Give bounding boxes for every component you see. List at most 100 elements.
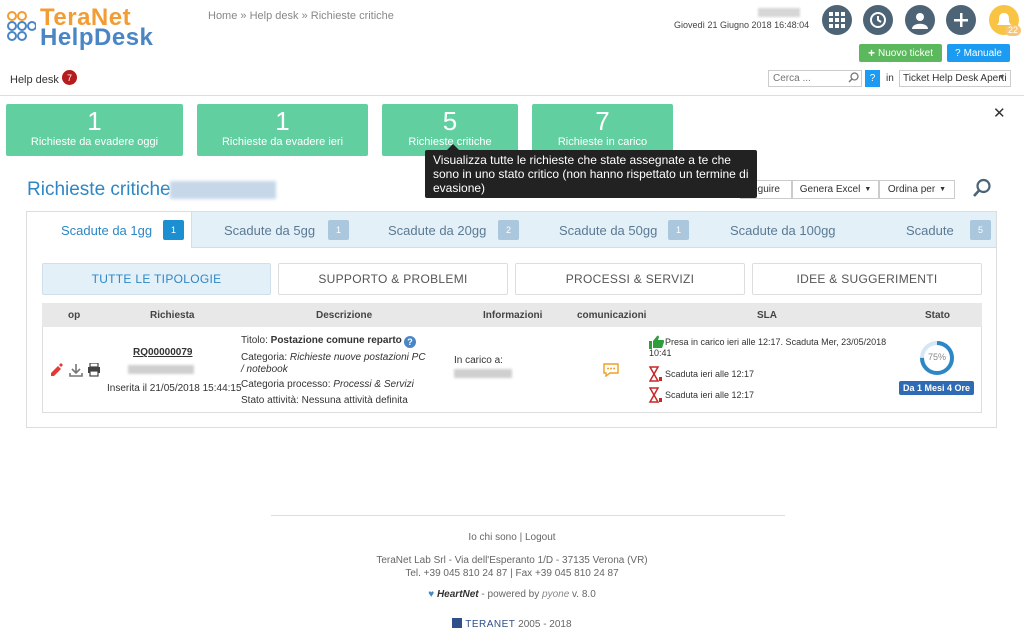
teranet-logo-icon (452, 618, 463, 628)
tab-count: 5 (970, 220, 991, 240)
footer-powered-label: - powered by (481, 589, 540, 600)
footer-divider (271, 515, 785, 516)
add-button[interactable] (946, 5, 976, 35)
comment-icon[interactable] (603, 363, 619, 380)
breadcrumb-home[interactable]: Home (208, 10, 237, 22)
tab-100gg[interactable]: Scadute da 100gg (692, 212, 872, 248)
info-in-charge-label: In carico a: (454, 355, 503, 366)
tab-count: 2 (498, 220, 519, 240)
desc-title-label: Titolo: (241, 335, 268, 346)
duration-badge: Da 1 Mesi 4 Ore (899, 381, 974, 395)
sla-expired-2: Scaduta ieri alle 12:17 (665, 390, 755, 400)
user-profile-button[interactable] (905, 5, 935, 35)
request-id-link[interactable]: RQ00000079 (133, 347, 193, 358)
notifications-count-badge: 22 (1005, 25, 1022, 36)
chevron-down-icon: ▼ (998, 74, 1005, 81)
requester-blurred (128, 365, 194, 374)
tab-label: Scadute da 5gg (224, 222, 316, 238)
card-today[interactable]: 1 Richieste da evadere oggi (6, 104, 183, 156)
footer-teranet: TERANET (465, 619, 516, 630)
breadcrumb-separator: » (301, 10, 308, 22)
close-icon[interactable]: ✕ (993, 104, 1006, 122)
footer-address: TeraNet Lab Srl - Via dell'Esperanto 1/D… (376, 555, 648, 566)
caret-down-icon: ▼ (864, 186, 872, 193)
print-icon[interactable] (87, 362, 101, 380)
page-title-user-blurred (170, 181, 276, 199)
desc-category-label: Categoria: (241, 352, 288, 363)
col-sla: SLA (757, 310, 777, 321)
footer-link-logout[interactable]: Logout (525, 532, 556, 543)
tab-5gg[interactable]: Scadute da 5gg 1 (192, 212, 357, 248)
history-icon (870, 12, 886, 28)
filter-processes-services[interactable]: PROCESSI & SERVIZI (515, 263, 745, 295)
hourglass-icon (648, 366, 663, 385)
card-in-charge[interactable]: 7 Richieste in carico (532, 104, 673, 156)
card-label: Richieste in carico (557, 136, 648, 148)
plus-icon: + (867, 46, 875, 60)
desc-title-row: Titolo: Postazione comune reparto (241, 335, 402, 346)
teranet-helpdesk-logo[interactable]: TeraNet HelpDesk (6, 4, 166, 51)
download-icon[interactable] (69, 363, 83, 380)
order-label: Ordina per (887, 184, 936, 195)
col-stato: Stato (925, 310, 950, 321)
search-icon[interactable] (972, 178, 992, 204)
desc-state-label: Stato attività: (241, 395, 299, 406)
request-inserted-date: Inserita il 21/05/2018 15:44:15 (107, 383, 242, 394)
footer-version: v. 8.0 (572, 589, 596, 600)
tab-label: Scadute da 100gg (730, 222, 836, 238)
tab-scadute[interactable]: Scadute 5 (872, 212, 996, 248)
caret-down-icon: ▼ (939, 186, 947, 193)
search-icon[interactable] (848, 72, 860, 84)
info-help-icon[interactable]: ? (404, 336, 416, 348)
card-yesterday[interactable]: 1 Richieste da evadere ieri (197, 104, 368, 156)
search-scope-select[interactable]: Ticket Help Desk Aperti (899, 70, 1011, 87)
footer-separator: | (519, 532, 523, 543)
footer-pyone: pyone (542, 589, 570, 600)
search-help-button[interactable]: ? (865, 70, 880, 87)
desc-process-row: Categoria processo: Processi & Servizi (241, 379, 414, 390)
history-button[interactable] (863, 5, 893, 35)
desc-process-label: Categoria processo: (241, 379, 331, 390)
apps-grid-button[interactable] (822, 5, 852, 35)
tab-50gg[interactable]: Scadute da 50gg 1 (522, 212, 692, 248)
new-ticket-button[interactable]: + Nuovo ticket (859, 44, 942, 62)
page-title: Richieste critiche (27, 179, 171, 200)
tab-label: Scadute (906, 222, 954, 238)
tab-label: Scadute da 20gg (388, 222, 487, 238)
breadcrumb-separator: » (240, 10, 247, 22)
filter-all-types[interactable]: TUTTE LE TIPOLOGIE (42, 263, 271, 295)
col-richiesta: Richiesta (150, 310, 195, 321)
footer-links: Io chi sono | Logout (0, 532, 1024, 543)
filter-support-problems[interactable]: SUPPORTO & PROBLEMI (278, 263, 508, 295)
helpdesk-count-badge: 7 (62, 70, 77, 85)
new-ticket-label: Nuovo ticket (877, 47, 934, 59)
user-name-blurred (758, 8, 800, 17)
user-avatar-icon (912, 13, 928, 29)
tab-count: 1 (163, 220, 184, 240)
sla-expired-1: Scaduta ieri alle 12:17 (665, 369, 755, 379)
breadcrumb-helpdesk[interactable]: Help desk (250, 10, 299, 22)
progress-gauge: 75% (919, 340, 955, 376)
progress-percent: 75% (927, 352, 946, 362)
col-descrizione: Descrizione (316, 310, 373, 321)
filter-ideas-suggestions[interactable]: IDEE & SUGGERIMENTI (752, 263, 982, 295)
hourglass-icon (648, 387, 663, 406)
desc-category-row: Categoria: Richieste nuove postazioni PC… (241, 352, 426, 376)
desc-title: Postazione comune reparto (270, 335, 402, 346)
card-count: 1 (275, 106, 290, 136)
tab-1gg[interactable]: Scadute da 1gg 1 (27, 212, 192, 248)
order-by-dropdown[interactable]: Ordina per ▼ (879, 180, 955, 199)
footer-link-about[interactable]: Io chi sono (468, 532, 516, 543)
tab-20gg[interactable]: Scadute da 20gg 2 (357, 212, 522, 248)
edit-icon[interactable] (49, 363, 63, 380)
manual-label: Manuale (963, 47, 1002, 59)
header-divider (0, 95, 1024, 96)
manual-button[interactable]: ? Manuale (947, 44, 1010, 62)
assignee-blurred (454, 369, 512, 378)
footer-years: 2005 - 2018 (518, 619, 572, 630)
col-comunicazioni: comunicazioni (577, 310, 647, 321)
generate-excel-dropdown[interactable]: Genera Excel ▼ (792, 180, 879, 199)
helpdesk-menu-label[interactable]: Help desk (10, 74, 59, 86)
desc-state-row: Stato attività: Nessuna attività definit… (241, 395, 408, 406)
card-label: Richieste da evadere oggi (30, 136, 159, 148)
